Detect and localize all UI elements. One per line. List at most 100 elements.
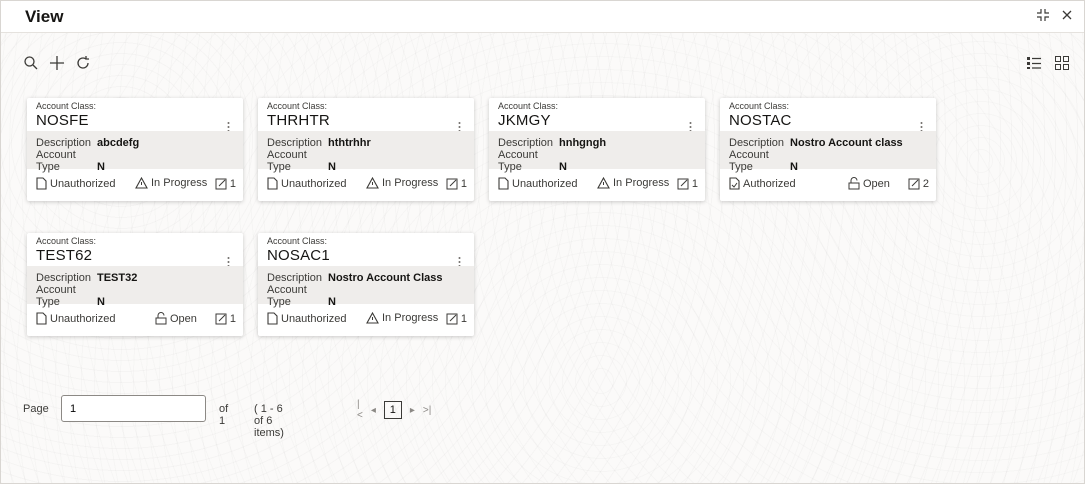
edit-icon — [215, 312, 228, 325]
card-body: Description Nostro Account Class Account … — [258, 266, 474, 308]
view-window: View Account Class: NOSFE Description ab… — [0, 0, 1085, 484]
auth-status: Unauthorized — [281, 177, 347, 190]
description-label: Description — [729, 137, 785, 149]
page-label: Page — [23, 403, 49, 415]
edit-icon — [446, 312, 459, 325]
card-footer: Authorized Open 2 — [720, 174, 936, 194]
account-class-card[interactable]: Account Class: NOSTAC Description Nostro … — [720, 98, 936, 201]
card-footer: Unauthorized In Progress 1 — [489, 174, 705, 194]
add-icon[interactable] — [49, 55, 65, 71]
account-class-card[interactable]: Account Class: NOSAC1 Description Nostro … — [258, 233, 474, 336]
search-icon[interactable] — [23, 55, 39, 71]
account-type-value: N — [97, 296, 105, 308]
close-icon[interactable] — [1060, 8, 1074, 22]
auth-status: Authorized — [743, 177, 796, 190]
warning-icon — [366, 312, 379, 324]
description-label: Description — [36, 272, 92, 284]
card-body: Description hthtrhhr Account Type N — [258, 131, 474, 173]
account-type-label: Account Type — [36, 149, 76, 173]
version-number: 1 — [691, 177, 698, 190]
description-label: Description — [498, 137, 554, 149]
card-footer: Unauthorized In Progress 1 — [27, 174, 243, 194]
account-class-label: Account Class: — [267, 236, 328, 246]
record-status: In Progress — [382, 177, 439, 189]
warning-icon — [597, 177, 610, 189]
toolbar — [23, 55, 91, 71]
description-value: Nostro Account Class — [328, 272, 443, 284]
account-class-label: Account Class: — [498, 101, 559, 111]
account-class-card[interactable]: Account Class: JKMGY Description hnhgngh … — [489, 98, 705, 201]
document-icon — [36, 312, 47, 325]
next-page-icon[interactable]: ▸ — [410, 405, 415, 416]
card-body: Description Nostro Account class Account … — [720, 131, 936, 173]
document-icon — [267, 312, 278, 325]
document-icon — [36, 177, 47, 190]
minimize-icon[interactable] — [1036, 8, 1050, 22]
account-class-value: NOSFE — [36, 112, 89, 129]
current-page-button[interactable]: 1 — [383, 401, 402, 419]
edit-icon — [446, 177, 459, 190]
document-icon — [267, 177, 278, 190]
account-class-value: NOSTAC — [729, 112, 792, 129]
account-type-label: Account Type — [36, 284, 76, 308]
page-title: View — [25, 7, 64, 26]
account-type-value: N — [97, 161, 105, 173]
account-class-value: TEST62 — [36, 247, 93, 264]
record-status: Open — [863, 177, 890, 190]
description-value: TEST32 — [97, 272, 138, 284]
account-class-card[interactable]: Account Class: TEST62 Description TEST32 … — [27, 233, 243, 336]
account-class-card[interactable]: Account Class: THRHTR Description hthtrhh… — [258, 98, 474, 201]
grid-view-icon[interactable] — [1054, 55, 1070, 71]
description-value: hnhgngh — [559, 137, 607, 149]
record-status: In Progress — [382, 312, 439, 324]
card-footer: Unauthorized In Progress 1 — [258, 309, 474, 329]
auth-status: Unauthorized — [512, 177, 578, 190]
unlock-icon — [848, 177, 860, 190]
card-body: Description TEST32 Account Type N — [27, 266, 243, 308]
description-label: Description — [267, 137, 323, 149]
card-body: Description abcdefg Account Type N — [27, 131, 243, 173]
card-body: Description hnhgngh Account Type N — [489, 131, 705, 173]
description-value: Nostro Account class — [790, 137, 903, 149]
description-value: hthtrhhr — [328, 137, 371, 149]
page-total: of 1 — [219, 403, 229, 427]
description-label: Description — [36, 137, 92, 149]
first-page-icon[interactable]: |< — [357, 399, 363, 421]
warning-icon — [366, 177, 379, 189]
description-label: Description — [267, 272, 323, 284]
version-number: 1 — [229, 177, 236, 190]
last-page-icon[interactable]: >| — [423, 405, 431, 416]
account-class-label: Account Class: — [36, 101, 97, 111]
list-view-icon[interactable] — [1026, 55, 1042, 71]
page-number-input[interactable] — [61, 395, 206, 422]
account-type-label: Account Type — [729, 149, 769, 173]
edit-icon — [677, 177, 690, 190]
refresh-icon[interactable] — [75, 55, 91, 71]
account-class-value: THRHTR — [267, 112, 330, 129]
version-number: 1 — [460, 177, 467, 190]
account-type-label: Account Type — [267, 284, 307, 308]
account-class-value: JKMGY — [498, 112, 551, 129]
account-class-label: Account Class: — [729, 101, 790, 111]
window-header: View — [1, 1, 1084, 33]
account-class-card[interactable]: Account Class: NOSFE Description abcdefg … — [27, 98, 243, 201]
card-footer: Unauthorized Open 1 — [27, 309, 243, 329]
auth-status: Unauthorized — [281, 312, 347, 325]
account-class-label: Account Class: — [36, 236, 97, 246]
card-footer: Unauthorized In Progress 1 — [258, 174, 474, 194]
version-number: 2 — [922, 177, 929, 190]
edit-icon — [908, 177, 921, 190]
prev-page-icon[interactable]: ◂ — [371, 405, 376, 416]
record-status: In Progress — [613, 177, 670, 189]
unlock-icon — [155, 312, 167, 325]
version-number: 1 — [460, 312, 467, 325]
items-count: ( 1 - 6 of 6 items) — [254, 403, 284, 439]
account-class-label: Account Class: — [267, 101, 328, 111]
record-status: In Progress — [151, 177, 208, 189]
account-type-value: N — [328, 161, 336, 173]
description-value: abcdefg — [97, 137, 140, 149]
view-toggle — [1026, 55, 1070, 71]
authorized-document-icon — [729, 177, 740, 190]
edit-icon — [215, 177, 228, 190]
version-number: 1 — [229, 312, 236, 325]
